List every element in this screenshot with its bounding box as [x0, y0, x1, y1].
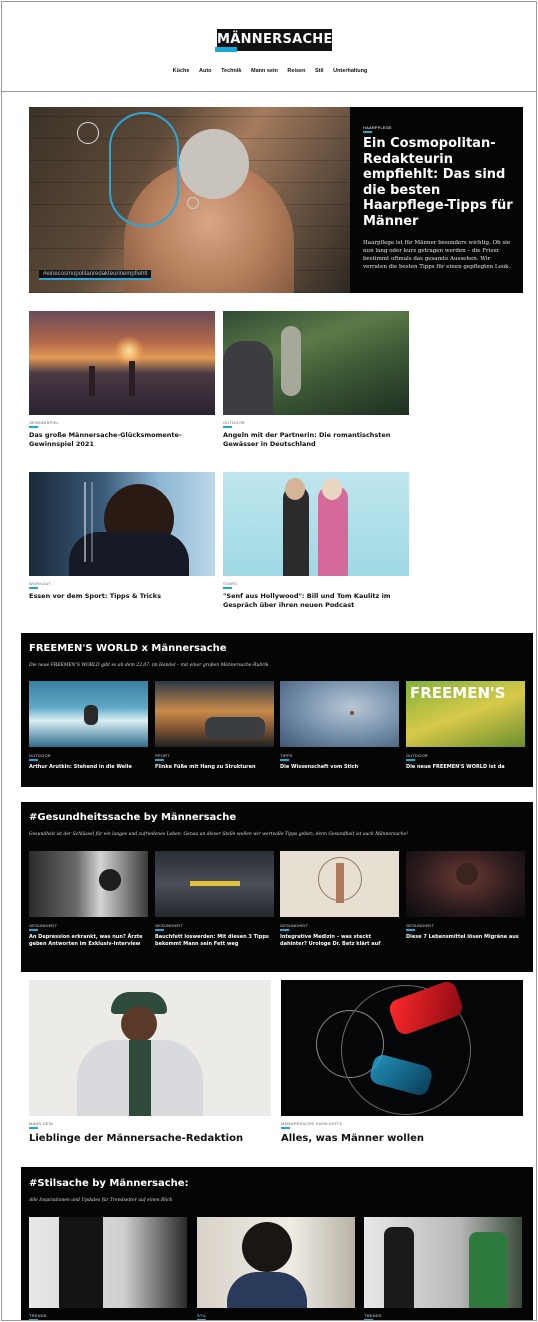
article-image[interactable]	[29, 472, 215, 576]
feature-title[interactable]: Alles, was Männer wollen	[281, 1132, 523, 1145]
hero-hashtag: #einecosmopolitanredakteurinempfiehlt	[39, 270, 152, 280]
card-kicker[interactable]: SPORT	[155, 753, 274, 758]
nav-item-stil[interactable]: Stil	[315, 68, 324, 74]
article-kicker[interactable]: STARS	[223, 581, 409, 586]
card-kicker[interactable]: OUTDOOR	[406, 753, 525, 758]
freemens-card[interactable]: OUTDOOR Arthur Arutkin: Stehend in die W…	[29, 681, 148, 771]
card-title[interactable]: Bauchfett loswerden: Mit diesen 3 Tipps …	[155, 934, 274, 948]
feature-title[interactable]: Lieblinge der Männersache-Redaktion	[29, 1132, 271, 1145]
feature-card[interactable]: MÄNNERSACHE HIGHLIGHTS Alles, was Männer…	[281, 980, 523, 1145]
style-card[interactable]: TRENDS	[29, 1217, 187, 1320]
card-title[interactable]: Flinke Füße mit Hang zu Strukturen	[155, 764, 274, 771]
hero-kicker[interactable]: HAARPFLEGE	[363, 125, 513, 130]
freemens-card[interactable]: FREEMEN'S OUTDOOR Die neue FREEMEN'S WOR…	[406, 681, 525, 771]
nav-item-reisen[interactable]: Reisen	[287, 68, 305, 74]
nav-item-unterhaltung[interactable]: Unterhaltung	[333, 68, 367, 74]
article-kicker[interactable]: OUTDOOR	[223, 420, 409, 425]
article-kicker[interactable]: GEWINNSPIEL	[29, 420, 215, 425]
article-title[interactable]: Essen vor dem Sport: Tipps & Tricks	[29, 592, 215, 601]
card-image[interactable]	[155, 851, 274, 917]
article-card[interactable]: WORKOUT Essen vor dem Sport: Tipps & Tri…	[29, 472, 215, 601]
card-image[interactable]	[197, 1217, 355, 1308]
health-card[interactable]: GESUNDHEIT Integrative Medizin – was ste…	[280, 851, 399, 948]
card-title[interactable]: An Depression erkrankt, was nun? Ärzte g…	[29, 934, 148, 948]
feature-image[interactable]	[29, 980, 271, 1116]
article-card[interactable]: GEWINNSPIEL Das große Männersache-Glücks…	[29, 311, 215, 449]
card-title[interactable]: Die Wissenschaft vom Stich	[280, 764, 399, 771]
card-kicker[interactable]: TRENDS	[29, 1313, 187, 1318]
card-image[interactable]	[406, 851, 525, 917]
card-image[interactable]: FREEMEN'S	[406, 681, 525, 747]
card-image[interactable]	[155, 681, 274, 747]
hero-description: Haarpflege ist für Männer besonders wich…	[363, 240, 511, 270]
hero-image[interactable]: #einecosmopolitanredakteurinempfiehlt	[29, 107, 350, 293]
hero-title[interactable]: Ein Cosmopolitan-Redakteurin empfiehlt: …	[363, 136, 513, 229]
nav-item-auto[interactable]: Auto	[199, 68, 212, 74]
health-subtitle: Gesundheit ist der Schlüssel für ein lan…	[29, 832, 409, 837]
hero-text: HAARPFLEGE Ein Cosmopolitan-Redakteurin …	[363, 125, 513, 271]
freemens-section: FREEMEN'S WORLD x Männersache Die neue F…	[21, 633, 533, 787]
style-title[interactable]: #Stilsache by Männersache:	[29, 1178, 189, 1189]
article-title[interactable]: Das große Männersache-Glücksmomente-Gewi…	[29, 431, 215, 449]
article-image[interactable]	[223, 472, 409, 576]
freemens-card[interactable]: SPORT Flinke Füße mit Hang zu Strukturen	[155, 681, 274, 771]
card-title[interactable]: Integrative Medizin – was steckt dahinte…	[280, 934, 399, 948]
card-title[interactable]: Arthur Arutkin: Stehend in die Welle	[29, 764, 148, 771]
health-card[interactable]: GESUNDHEIT An Depression erkrankt, was n…	[29, 851, 148, 948]
card-kicker[interactable]: GESUNDHEIT	[406, 923, 525, 928]
card-image[interactable]	[29, 851, 148, 917]
card-kicker[interactable]: OUTDOOR	[29, 753, 148, 758]
card-kicker[interactable]: TRENDS	[364, 1313, 522, 1318]
card-image[interactable]	[364, 1217, 522, 1308]
card-image[interactable]	[29, 1217, 187, 1308]
article-title[interactable]: "Senf aus Hollywood": Bill und Tom Kauli…	[223, 592, 409, 610]
card-title[interactable]: Diese 7 Lebensmittel lösen Migräne aus	[406, 934, 525, 941]
style-section: #Stilsache by Männersache: Alle Inspirat…	[21, 1167, 533, 1320]
card-kicker[interactable]: GESUNDHEIT	[280, 923, 399, 928]
nav-item-mann-sein[interactable]: Mann sein	[251, 68, 278, 74]
logo-accent	[215, 47, 237, 52]
article-image[interactable]	[29, 311, 215, 415]
feature-card[interactable]: MANN SEIN Lieblinge der Männersache-Reda…	[29, 980, 271, 1145]
article-kicker[interactable]: WORKOUT	[29, 581, 215, 586]
hero-article[interactable]: #einecosmopolitanredakteurinempfiehlt HA…	[29, 107, 523, 293]
card-title[interactable]: Die neue FREEMEN'S WORLD ist da	[406, 764, 525, 771]
health-section: #Gesundheitssache by Männersache Gesundh…	[21, 802, 533, 972]
nav-item-technik[interactable]: Technik	[221, 68, 241, 74]
card-image[interactable]	[29, 681, 148, 747]
page-frame: MÄNNERSACHE Küche Auto Technik Mann sein…	[1, 1, 537, 1321]
card-image[interactable]	[280, 851, 399, 917]
card-kicker[interactable]: STIL	[197, 1313, 355, 1318]
card-kicker[interactable]: GESUNDHEIT	[29, 923, 148, 928]
article-card[interactable]: OUTDOOR Angeln mit der Partnerin: Die ro…	[223, 311, 409, 449]
article-title[interactable]: Angeln mit der Partnerin: Die romantisch…	[223, 431, 409, 449]
freemens-title[interactable]: FREEMEN'S WORLD x Männersache	[29, 643, 227, 654]
freemens-card[interactable]: TIPPS Die Wissenschaft vom Stich	[280, 681, 399, 771]
magazine-brand: FREEMEN'S	[410, 684, 506, 702]
health-card[interactable]: GESUNDHEIT Diese 7 Lebensmittel lösen Mi…	[406, 851, 525, 941]
feature-kicker[interactable]: MÄNNERSACHE HIGHLIGHTS	[281, 1121, 523, 1126]
nav-item-kueche[interactable]: Küche	[173, 68, 190, 74]
article-image[interactable]	[223, 311, 409, 415]
freemens-subtitle: Die neue FREEMEN'S WORLD gibt es ab dem …	[29, 663, 269, 668]
card-kicker[interactable]: TIPPS	[280, 753, 399, 758]
style-card[interactable]: TRENDS	[364, 1217, 522, 1320]
card-image[interactable]	[280, 681, 399, 747]
card-kicker[interactable]: GESUNDHEIT	[155, 923, 274, 928]
feature-image[interactable]	[281, 980, 523, 1116]
style-card[interactable]: STIL	[197, 1217, 355, 1320]
health-title[interactable]: #Gesundheitssache by Männersache	[29, 812, 236, 823]
article-card[interactable]: STARS "Senf aus Hollywood": Bill und Tom…	[223, 472, 409, 610]
style-subtitle: Alle Inspirationen und Updates für Trend…	[29, 1198, 173, 1203]
health-card[interactable]: GESUNDHEIT Bauchfett loswerden: Mit dies…	[155, 851, 274, 948]
main-nav: Küche Auto Technik Mann sein Reisen Stil…	[2, 68, 536, 74]
feature-kicker[interactable]: MANN SEIN	[29, 1121, 271, 1126]
site-header: MÄNNERSACHE Küche Auto Technik Mann sein…	[2, 2, 536, 92]
